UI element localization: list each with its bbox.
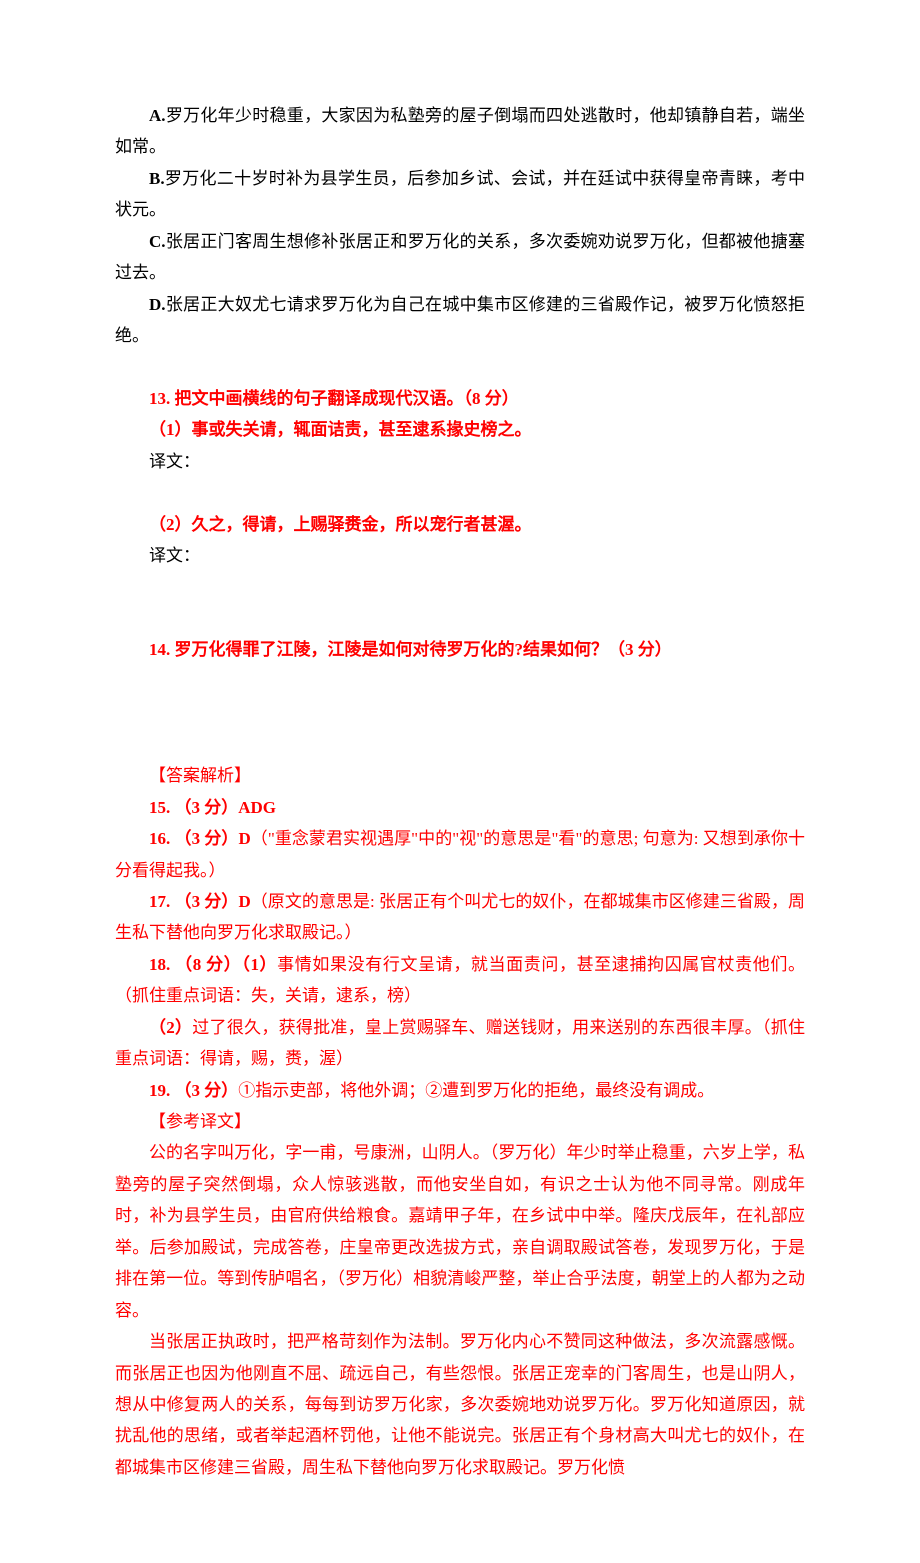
option-a-label: A. [149, 106, 166, 125]
translation-label-1: 译文： [115, 446, 805, 477]
spacer [115, 697, 805, 728]
spacer [115, 352, 805, 383]
answer-19-prefix: 19. （3 分） [149, 1081, 238, 1100]
answer-18-2-prefix: （2） [149, 1018, 192, 1037]
reference-heading: 【参考译文】 [115, 1106, 805, 1137]
option-d-text: 张居正大奴尤七请求罗万化为自己在城中集市区修建的三省殿作记，被罗万化愤怒拒绝。 [115, 295, 805, 345]
option-b-label: B. [149, 169, 165, 188]
option-b: B.罗万化二十岁时补为县学生员，后参加乡试、会试，并在廷试中获得皇帝青睐，考中状… [115, 163, 805, 226]
option-d-label: D. [149, 295, 166, 314]
reference-paragraph-1: 公的名字叫万化，字一甫，号康洲，山阴人。（罗万化）年少时举止稳重，六岁上学，私塾… [115, 1137, 805, 1326]
document-page: A.罗万化年少时稳重，大家因为私塾旁的屋子倒塌而四处逃散时，他却镇静自若，端坐如… [0, 0, 920, 1563]
spacer [115, 666, 805, 697]
answer-heading: 【答案解析】 [115, 760, 805, 791]
option-b-text: 罗万化二十岁时补为县学生员，后参加乡试、会试，并在廷试中获得皇帝青睐，考中状元。 [115, 169, 805, 219]
answer-16-prefix: 16. （3 分）D [149, 829, 251, 848]
option-a: A.罗万化年少时稳重，大家因为私塾旁的屋子倒塌而四处逃散时，他却镇静自若，端坐如… [115, 100, 805, 163]
answer-16: 16. （3 分）D（"重念蒙君实视遇厚"中的"视"的意思是"看"的意思; 句意… [115, 823, 805, 886]
spacer [115, 603, 805, 634]
option-d: D.张居正大奴尤七请求罗万化为自己在城中集市区修建的三省殿作记，被罗万化愤怒拒绝… [115, 289, 805, 352]
question-13-2: （2）久之，得请，上赐驿赉金，所以宠行者甚渥。 [115, 509, 805, 540]
option-c-label: C. [149, 232, 166, 251]
spacer [115, 477, 805, 508]
answer-19-body: ①指示吏部，将他外调；②遭到罗万化的拒绝，最终没有调成。 [238, 1081, 714, 1100]
question-14: 14. 罗万化得罪了江陵，江陵是如何对待罗万化的?结果如何？（3 分） [115, 634, 805, 665]
answer-18-2: （2）过了很久，获得批准，皇上赏赐驿车、赠送钱财，用来送别的东西很丰厚。（抓住重… [115, 1012, 805, 1075]
spacer [115, 572, 805, 603]
answer-15: 15. （3 分）ADG [115, 792, 805, 823]
spacer [115, 729, 805, 760]
option-c-text: 张居正门客周生想修补张居正和罗万化的关系，多次委婉劝说罗万化，但都被他搪塞过去。 [115, 232, 805, 282]
answer-18-body-2: 过了很久，获得批准，皇上赏赐驿车、赠送钱财，用来送别的东西很丰厚。（抓住重点词语… [115, 1018, 805, 1068]
question-13-title: 13. 把文中画横线的句子翻译成现代汉语。（8 分） [115, 383, 805, 414]
answer-18-prefix: 18. （8 分）（1） [149, 955, 277, 974]
reference-paragraph-2: 当张居正执政时，把严格苛刻作为法制。罗万化内心不赞同这种做法，多次流露感慨。而张… [115, 1326, 805, 1483]
option-a-text: 罗万化年少时稳重，大家因为私塾旁的屋子倒塌而四处逃散时，他却镇静自若，端坐如常。 [115, 106, 805, 156]
option-c: C.张居正门客周生想修补张居正和罗万化的关系，多次委婉劝说罗万化，但都被他搪塞过… [115, 226, 805, 289]
translation-label-2: 译文： [115, 540, 805, 571]
question-13-1: （1）事或失关请，辄面诘责，甚至逮系掾史榜之。 [115, 414, 805, 445]
answer-19: 19. （3 分）①指示吏部，将他外调；②遭到罗万化的拒绝，最终没有调成。 [115, 1075, 805, 1106]
answer-17: 17. （3 分）D（原文的意思是: 张居正有个叫尤七的奴仆，在都城集市区修建三… [115, 886, 805, 949]
answer-17-prefix: 17. （3 分）D [149, 892, 251, 911]
answer-18-1: 18. （8 分）（1）事情如果没有行文呈请，就当面责问，甚至逮捕拘囚属官杖责他… [115, 949, 805, 1012]
